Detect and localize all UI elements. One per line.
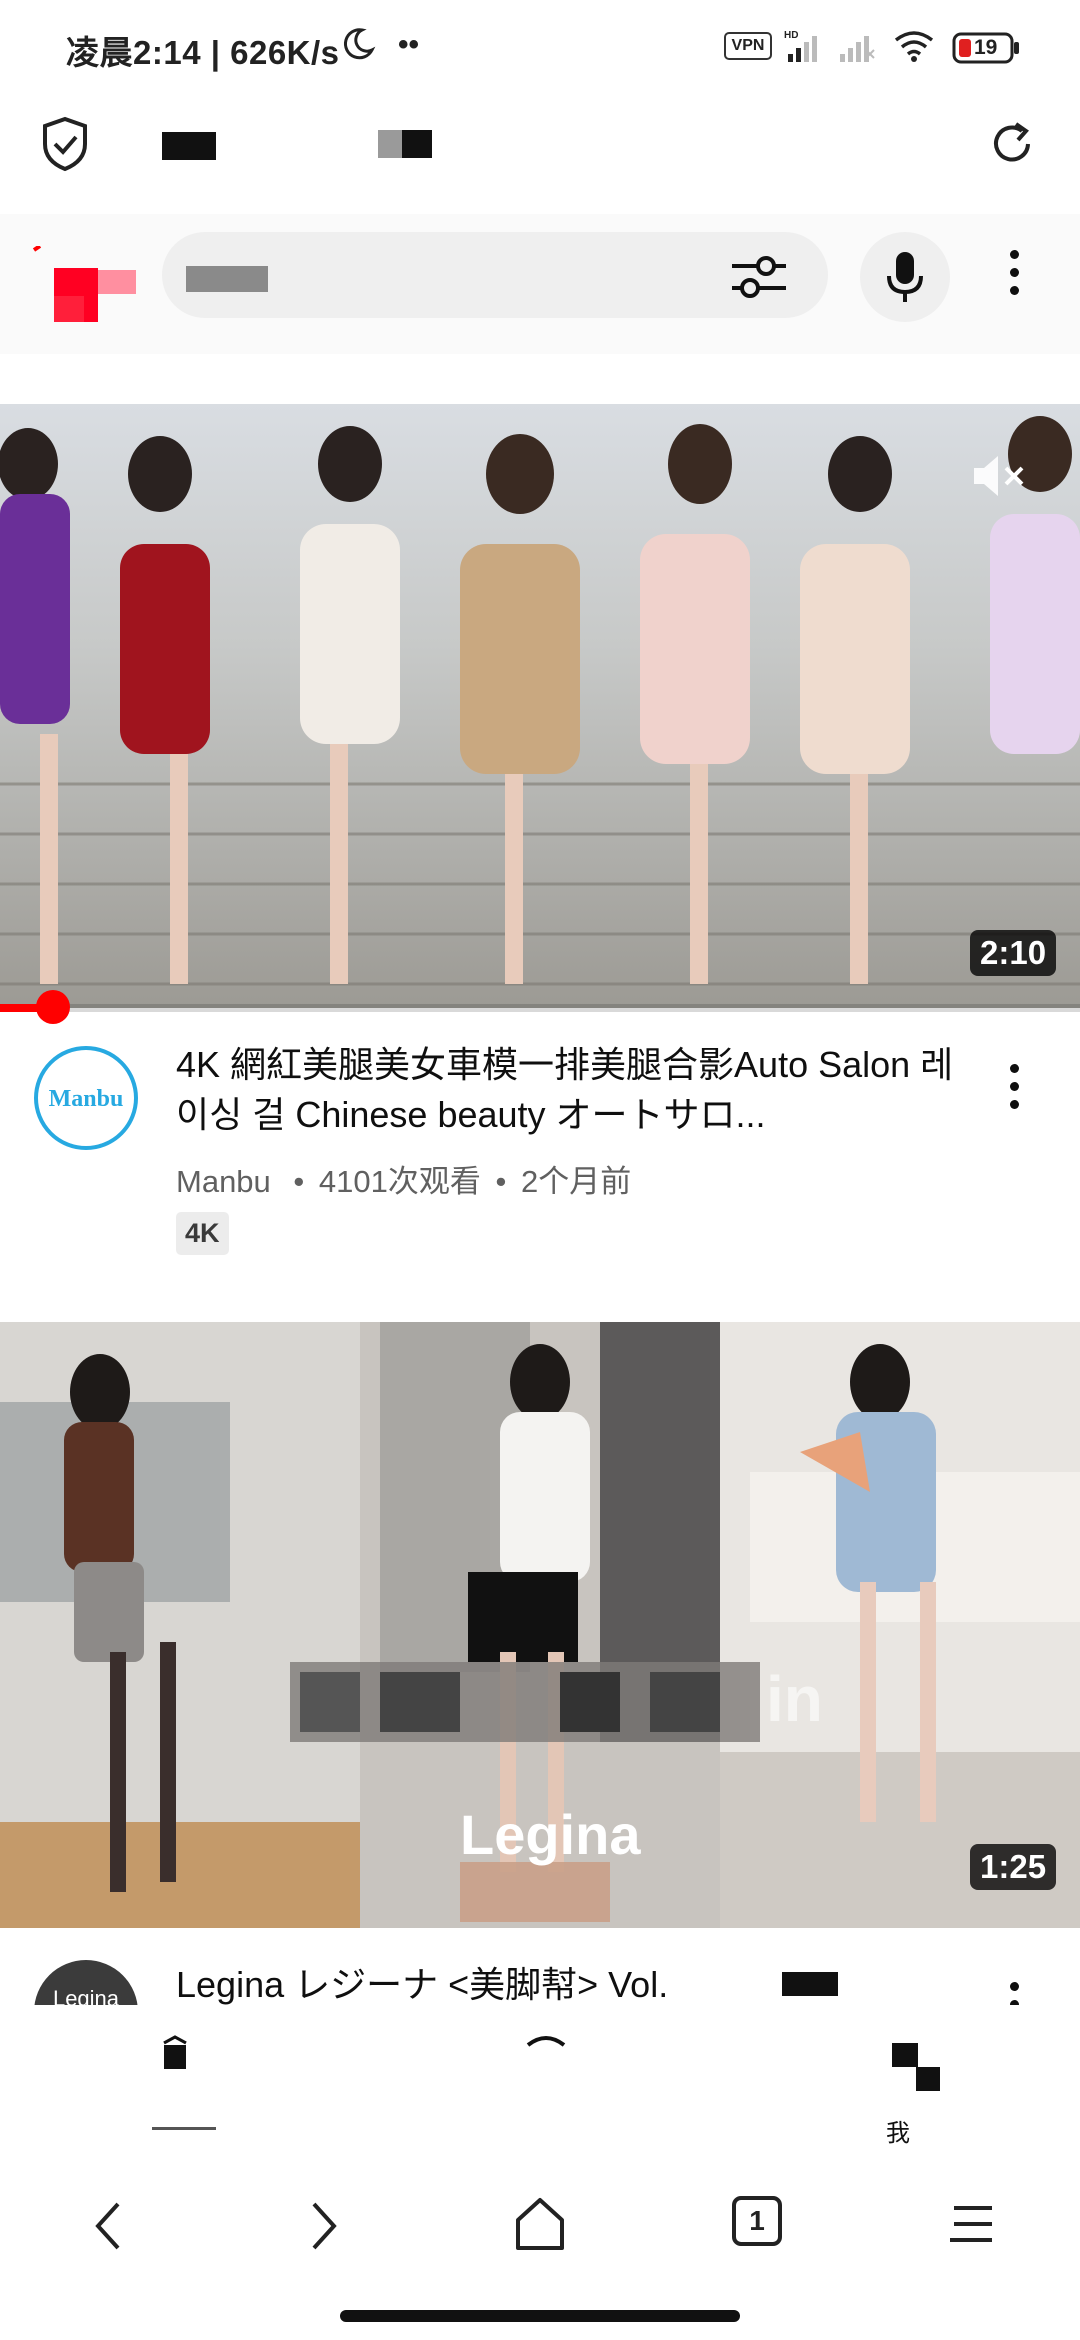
video-progress-bar[interactable] <box>0 1004 1080 1012</box>
redacted-tab-label-3[interactable] <box>402 130 432 158</box>
moon-icon <box>340 26 376 62</box>
home-indicator[interactable] <box>340 2310 740 2322</box>
battery-level: 19 <box>974 36 998 59</box>
signal-hd-icon: HD <box>784 28 826 64</box>
home-icon[interactable] <box>512 2196 568 2252</box>
browser-nav-bar: 1 <box>0 2150 1080 2300</box>
status-bar: 凌晨2:14 | 626K/s •• VPN HD 19 <box>0 0 1080 96</box>
video-thumbnail[interactable]: in Legina 1:25 <box>0 1322 1080 1928</box>
video-duration: 2:10 <box>970 930 1057 976</box>
back-icon[interactable] <box>90 2200 126 2252</box>
microphone-icon <box>886 250 924 306</box>
video-title-text: 4K 網紅美腿美女車模一排美腿合影Auto Salon 레이싱 걸 Chines… <box>176 1044 954 1135</box>
video-more-icon[interactable] <box>1002 1064 1026 1118</box>
video-progress-handle[interactable] <box>36 990 70 1024</box>
signal-2-icon <box>836 30 876 64</box>
mute-icon[interactable] <box>968 448 1030 504</box>
channel-avatar[interactable]: Manbu <box>34 1046 138 1150</box>
upload-age: 2个月前 <box>520 1164 632 1199</box>
status-time-speed: 凌晨2:14 | 626K/s <box>66 34 340 71</box>
header-more-icon[interactable] <box>1002 250 1026 304</box>
redacted-title-fragment <box>782 1972 838 1996</box>
forward-icon[interactable] <box>306 2200 342 2252</box>
filter-sliders-icon[interactable] <box>730 252 788 302</box>
nav-you-icon[interactable] <box>888 2039 944 2095</box>
video-title[interactable]: Legina レジーナ <美脚幇> Vol. <box>176 1960 956 2010</box>
tabs-button[interactable]: 1 <box>732 2196 782 2246</box>
video-duration: 1:25 <box>970 1844 1057 1890</box>
nav-shorts-icon[interactable] <box>526 2033 566 2049</box>
redacted-tab-label-2[interactable] <box>378 130 402 158</box>
video-title-text: Legina レジーナ <美脚幇> Vol. <box>176 1964 669 2005</box>
thumbnail-image <box>0 404 1080 1008</box>
more-notifications-icon: •• <box>398 28 420 61</box>
thumbnail-overlay-brand: Legina <box>460 1803 641 1866</box>
shield-check-icon[interactable] <box>40 116 90 172</box>
youtube-logo-icon[interactable] <box>30 244 140 326</box>
youtube-bottom-nav: 我 <box>0 2005 1080 2147</box>
channel-name[interactable]: Manbu <box>176 1164 271 1199</box>
browser-top-bar <box>0 96 1080 214</box>
svg-text:HD: HD <box>784 30 798 41</box>
search-input[interactable] <box>162 232 828 318</box>
view-count: 4101次观看 <box>318 1164 481 1199</box>
thumbnail-overlay-partial-text: in <box>766 1663 823 1735</box>
redacted-tab-label[interactable] <box>162 132 216 160</box>
wifi-icon <box>892 28 936 64</box>
nav-you-label: 我 <box>886 2120 910 2147</box>
menu-icon[interactable] <box>948 2202 996 2246</box>
video-thumbnail[interactable]: 2:10 <box>0 404 1080 1008</box>
voice-search-button[interactable] <box>860 232 950 322</box>
quality-badge: 4K <box>176 1212 229 1255</box>
avatar-text: Manbu <box>48 1086 124 1112</box>
tab-count: 1 <box>749 2205 765 2236</box>
video-title[interactable]: 4K 網紅美腿美女車模一排美腿合影Auto Salon 레이싱 걸 Chines… <box>176 1040 956 1142</box>
nav-home-icon[interactable] <box>160 2035 190 2075</box>
redacted-nav-label <box>152 2127 216 2130</box>
vpn-icon: VPN <box>724 32 772 60</box>
video-meta: Manbu • 4101次观看 • 2个月前 <box>176 1164 632 1199</box>
redacted-search-text <box>186 266 268 292</box>
refresh-icon[interactable] <box>986 118 1038 170</box>
